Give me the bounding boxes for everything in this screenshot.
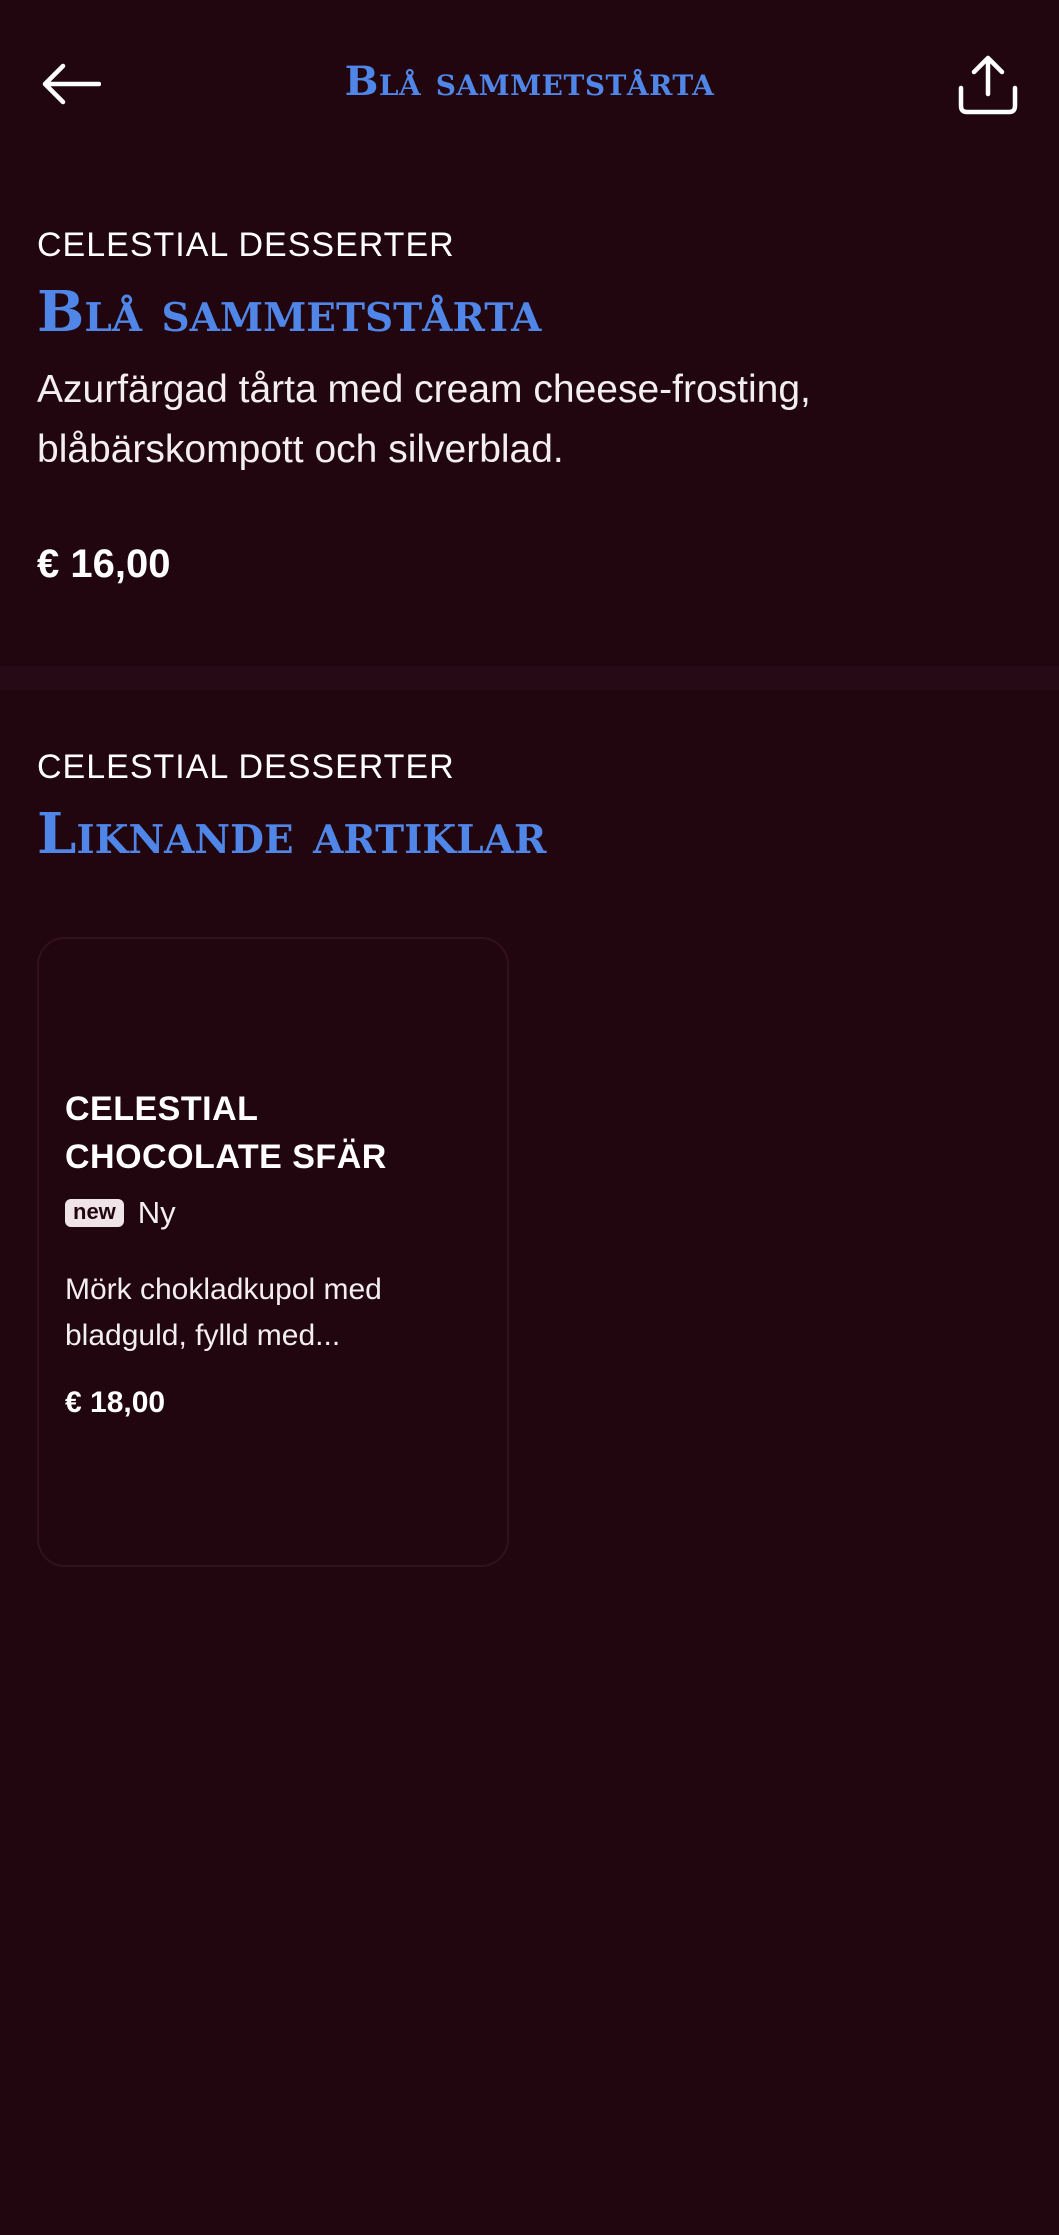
similar-item-price: € 18,00 <box>65 1386 166 1419</box>
product-price: € 16,00 <box>37 542 171 586</box>
back-button[interactable] <box>36 52 106 116</box>
similar-item-card[interactable]: CELESTIAL CHOCOLATE SFÄR new Ny Mörk cho… <box>37 937 509 1567</box>
header-title: Blå sammetstårta <box>344 58 715 105</box>
product-description: Azurfärgad tårta med cream cheese-frosti… <box>37 368 811 471</box>
top-bar: Blå sammetstårta <box>0 0 1059 168</box>
share-icon <box>958 55 1018 115</box>
new-badge: new <box>65 1199 124 1227</box>
product-category: CELESTIAL DESSERTER <box>37 226 455 264</box>
similar-category: CELESTIAL DESSERTER <box>37 748 455 786</box>
product-title: Blå sammetstårta <box>37 279 542 345</box>
arrow-left-icon <box>42 63 101 105</box>
similar-section: CELESTIAL DESSERTER Liknande artiklar <box>37 744 1022 870</box>
badge-label: Ny <box>137 1195 176 1230</box>
section-divider <box>0 666 1059 690</box>
similar-title: Liknande artiklar <box>37 801 547 867</box>
share-button[interactable] <box>953 50 1023 120</box>
similar-item-description: Mörk chokladkupol med bladguld, fylld me… <box>65 1273 382 1352</box>
product-details: CELESTIAL DESSERTER Blå sammetstårta Azu… <box>37 222 1022 590</box>
similar-item-name: CELESTIAL CHOCOLATE SFÄR <box>65 1090 387 1176</box>
